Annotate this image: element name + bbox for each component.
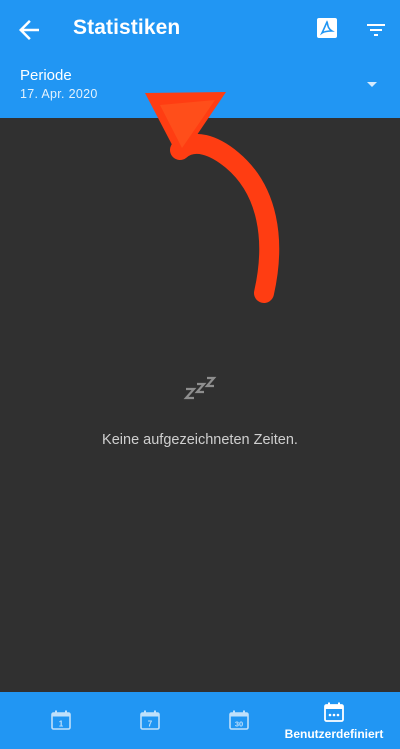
- nav-item-custom[interactable]: Benutzerdefiniert: [278, 692, 390, 749]
- statistics-content: [0, 118, 400, 692]
- empty-state-message: Keine aufgezeichneten Zeiten.: [102, 432, 298, 448]
- page-title: Statistiken: [73, 16, 181, 39]
- nav-item-month[interactable]: 30: [200, 692, 280, 749]
- calendar-month-icon: 30: [229, 710, 249, 730]
- nav-month-number: 30: [235, 720, 243, 729]
- arrow-drop-down-icon: [367, 82, 377, 87]
- calendar-custom-icon: [324, 702, 344, 722]
- calendar-week-icon: 7: [140, 710, 160, 730]
- nav-item-day[interactable]: 1: [0, 692, 100, 749]
- calendar-day-icon: 1: [51, 710, 71, 730]
- sleep-zzz-icon: [183, 376, 217, 400]
- period-selector[interactable]: Periode 17. Apr. 2020: [0, 58, 400, 118]
- nav-week-number: 7: [148, 720, 153, 729]
- nav-item-week[interactable]: 7: [100, 692, 200, 749]
- period-label: Periode: [20, 67, 72, 84]
- nav-item-label: Benutzerdefiniert: [284, 727, 384, 741]
- back-button[interactable]: [14, 15, 44, 45]
- nav-day-number: 1: [59, 720, 64, 729]
- filter-icon: [367, 24, 385, 36]
- pdf-icon: [317, 18, 337, 38]
- filter-button[interactable]: [364, 18, 388, 42]
- app-bar: Statistiken Periode 17. Apr. 2020: [0, 0, 400, 118]
- pdf-export-button[interactable]: [315, 16, 339, 40]
- bottom-navigation: 1 7 30 Benutzerdefiniert: [0, 692, 400, 749]
- period-value: 17. Apr. 2020: [20, 87, 98, 101]
- arrow-back-icon: [19, 20, 39, 40]
